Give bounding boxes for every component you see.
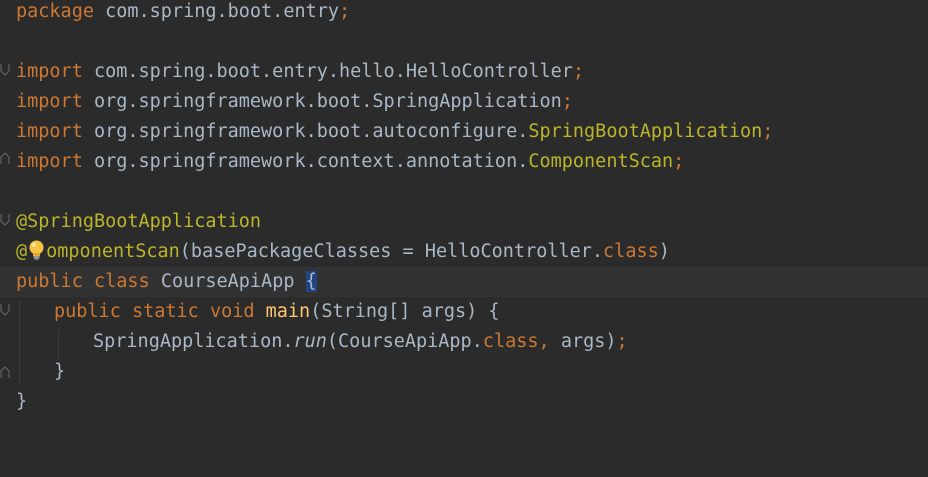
code-line-9[interactable]: @ omponentScan(basePackageClasses = Hello…	[0, 237, 928, 267]
comma: ,	[538, 331, 550, 352]
keyword: class	[93, 271, 150, 292]
semicolon: ;	[572, 61, 585, 82]
keyword: public	[16, 271, 83, 292]
keyword: import	[16, 61, 83, 82]
code-editor[interactable]: package com.spring.boot.entry; import co…	[0, 0, 928, 454]
semicolon: ;	[561, 91, 573, 112]
code-line-8[interactable]: @SpringBootApplication	[0, 207, 928, 237]
fold-marker-icon[interactable]	[0, 214, 10, 226]
semicolon: ;	[616, 331, 628, 352]
semicolon: ;	[673, 151, 685, 172]
keyword: class	[603, 241, 659, 262]
keyword: class	[482, 331, 539, 352]
annotation-class: SpringBootApplication	[528, 121, 763, 142]
code-line-13[interactable]: }	[0, 357, 928, 387]
paren: )	[658, 241, 670, 262]
code-line-4[interactable]: import org.springframework.boot.SpringAp…	[0, 87, 928, 117]
closing-brace: }	[16, 391, 28, 412]
fold-marker-icon[interactable]	[0, 152, 10, 164]
semicolon: ;	[762, 121, 774, 142]
keyword: public	[54, 301, 121, 322]
keyword: import	[16, 91, 83, 112]
annotation-at: @	[16, 241, 28, 262]
fold-marker-icon[interactable]	[0, 304, 10, 316]
code-line-14[interactable]: }	[0, 387, 928, 417]
semicolon: ;	[339, 1, 351, 22]
keyword: import	[16, 151, 83, 172]
keyword: package	[16, 1, 94, 22]
fold-marker-icon[interactable]	[0, 366, 10, 378]
import-path: org.springframework.boot.SpringApplicati…	[93, 91, 562, 112]
fold-marker-icon[interactable]	[0, 64, 10, 76]
method-name: main	[265, 301, 311, 322]
lightbulb-icon[interactable]	[27, 239, 46, 261]
import-path: com.spring.boot.entry.hello.HelloControl…	[93, 61, 573, 82]
annotation-class: ComponentScan	[528, 151, 674, 172]
code-line-5[interactable]: import org.springframework.boot.autoconf…	[0, 117, 928, 147]
call-args-rest: args)	[549, 331, 617, 352]
class-name: CourseApiApp	[160, 271, 295, 292]
static-method: run	[293, 331, 327, 352]
call-args: (CourseApiApp.	[326, 331, 483, 352]
code-line-11[interactable]: public static void main(String[] args) {	[0, 297, 928, 327]
annotation-args: (basePackageClasses = HelloController.	[179, 241, 604, 262]
code-line-10-current[interactable]: public class CourseApiApp {	[0, 267, 928, 297]
annotation: @SpringBootApplication	[16, 211, 262, 232]
keyword: void	[209, 301, 255, 322]
code-line-1[interactable]: package com.spring.boot.entry;	[0, 0, 928, 27]
package-name: com.spring.boot.entry	[105, 1, 340, 22]
keyword: static	[131, 301, 199, 322]
code-line-3[interactable]: import com.spring.boot.entry.hello.Hello…	[0, 57, 928, 87]
code-line-12[interactable]: SpringApplication.run(CourseApiApp.class…	[0, 327, 928, 357]
closing-brace: }	[54, 361, 66, 382]
keyword: import	[16, 121, 83, 142]
method-params: (String[] args) {	[310, 301, 500, 322]
code-line-6[interactable]: import org.springframework.context.annot…	[0, 147, 928, 177]
import-path: org.springframework.context.annotation.	[93, 151, 529, 172]
annotation-name: omponentScan	[46, 241, 180, 262]
import-path: org.springframework.boot.autoconfigure.	[93, 121, 529, 142]
class-ref: SpringApplication.	[93, 331, 294, 352]
matched-brace: {	[305, 271, 317, 292]
